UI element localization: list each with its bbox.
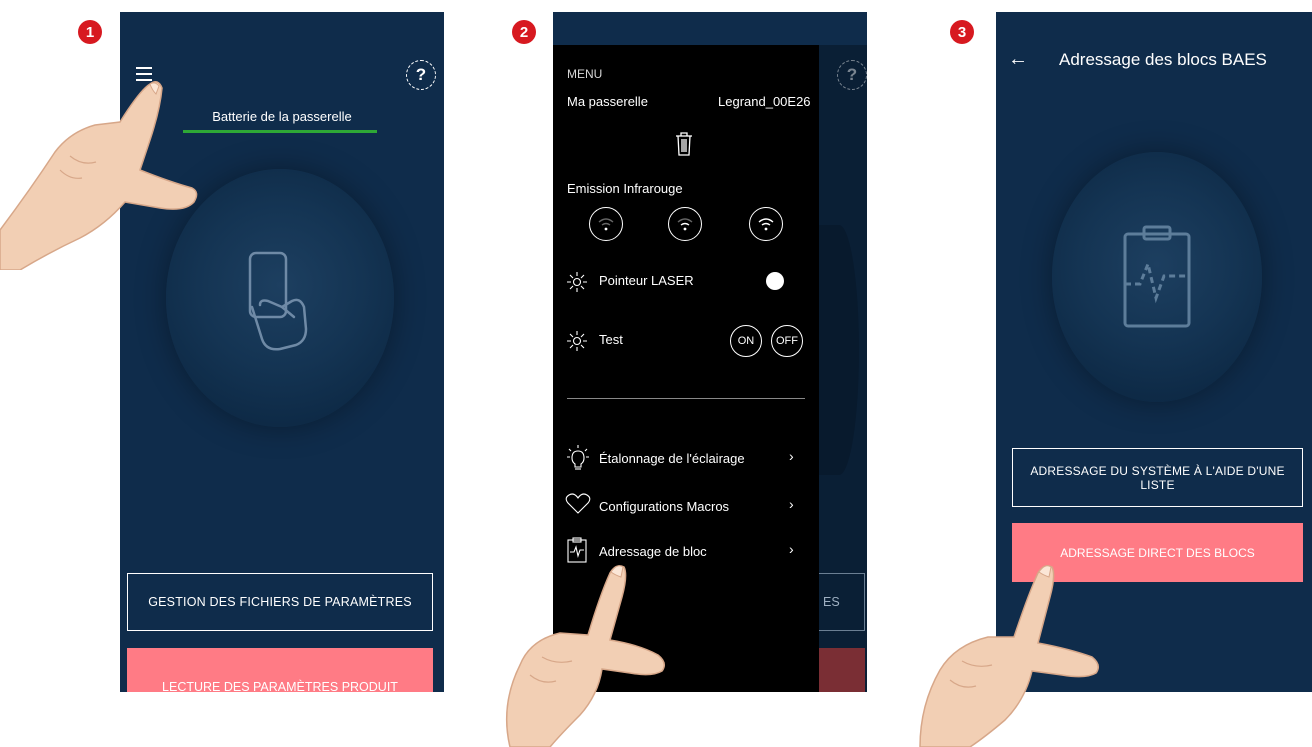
clipboard-pulse-icon <box>1123 225 1191 328</box>
menu-title: MENU <box>567 67 603 81</box>
manage-parameter-files-button[interactable]: GESTION DES FICHIERS DE PARAMÈTRES <box>127 573 433 631</box>
step-badge-2: 2 <box>512 20 536 44</box>
pointing-hand-illustration <box>0 81 198 270</box>
gateway-name: Legrand_00E26 <box>718 94 811 109</box>
status-bar <box>553 12 867 45</box>
bulb-icon <box>567 445 589 470</box>
list-addressing-button[interactable]: ADRESSAGE DU SYSTÈME À L'AIDE D'UNE LIST… <box>1012 448 1303 507</box>
wifi-high-icon[interactable] <box>749 207 783 241</box>
step-badge-3: 3 <box>950 20 974 44</box>
wifi-medium-icon[interactable] <box>668 207 702 241</box>
menu-item-macro-configurations[interactable]: Configurations Macros <box>599 499 729 514</box>
trash-icon[interactable] <box>674 131 694 157</box>
test-off-button[interactable]: OFF <box>771 325 803 357</box>
chevron-right-icon: › <box>789 496 794 512</box>
wifi-low-icon[interactable] <box>589 207 623 241</box>
help-icon-behind: ? <box>837 60 867 90</box>
read-product-parameters-button[interactable]: LECTURE DES PARAMÈTRES PRODUIT <box>127 648 433 692</box>
laser-pointer-label: Pointeur LASER <box>599 273 694 288</box>
menu-divider <box>567 398 805 399</box>
dimmed-background[interactable]: ? ES <box>819 45 867 692</box>
test-light-icon <box>567 331 587 351</box>
laser-icon <box>567 272 587 292</box>
chevron-right-icon: › <box>789 541 794 557</box>
heart-icon <box>565 493 591 514</box>
orb-behind <box>819 225 859 475</box>
laser-toggle[interactable] <box>766 272 784 290</box>
pink-button-behind <box>819 648 865 692</box>
battery-level-bar <box>183 130 377 133</box>
gateway-label: Ma passerelle <box>567 94 648 109</box>
page-title: Adressage des blocs BAES <box>1059 50 1267 69</box>
button-behind: ES <box>819 573 865 631</box>
pointing-hand-illustration <box>505 565 665 747</box>
phone-in-hand-icon <box>248 251 308 351</box>
help-icon[interactable]: ? <box>406 60 436 90</box>
ir-emission-label: Emission Infrarouge <box>567 181 683 196</box>
pointing-hand-illustration <box>919 565 1099 747</box>
test-on-button[interactable]: ON <box>730 325 762 357</box>
test-label: Test <box>599 332 623 347</box>
step-badge-1: 1 <box>78 20 102 44</box>
chevron-right-icon: › <box>789 448 794 464</box>
menu-item-lighting-calibration[interactable]: Étalonnage de l'éclairage <box>599 451 745 466</box>
back-arrow-icon[interactable]: ← <box>1008 48 1028 71</box>
